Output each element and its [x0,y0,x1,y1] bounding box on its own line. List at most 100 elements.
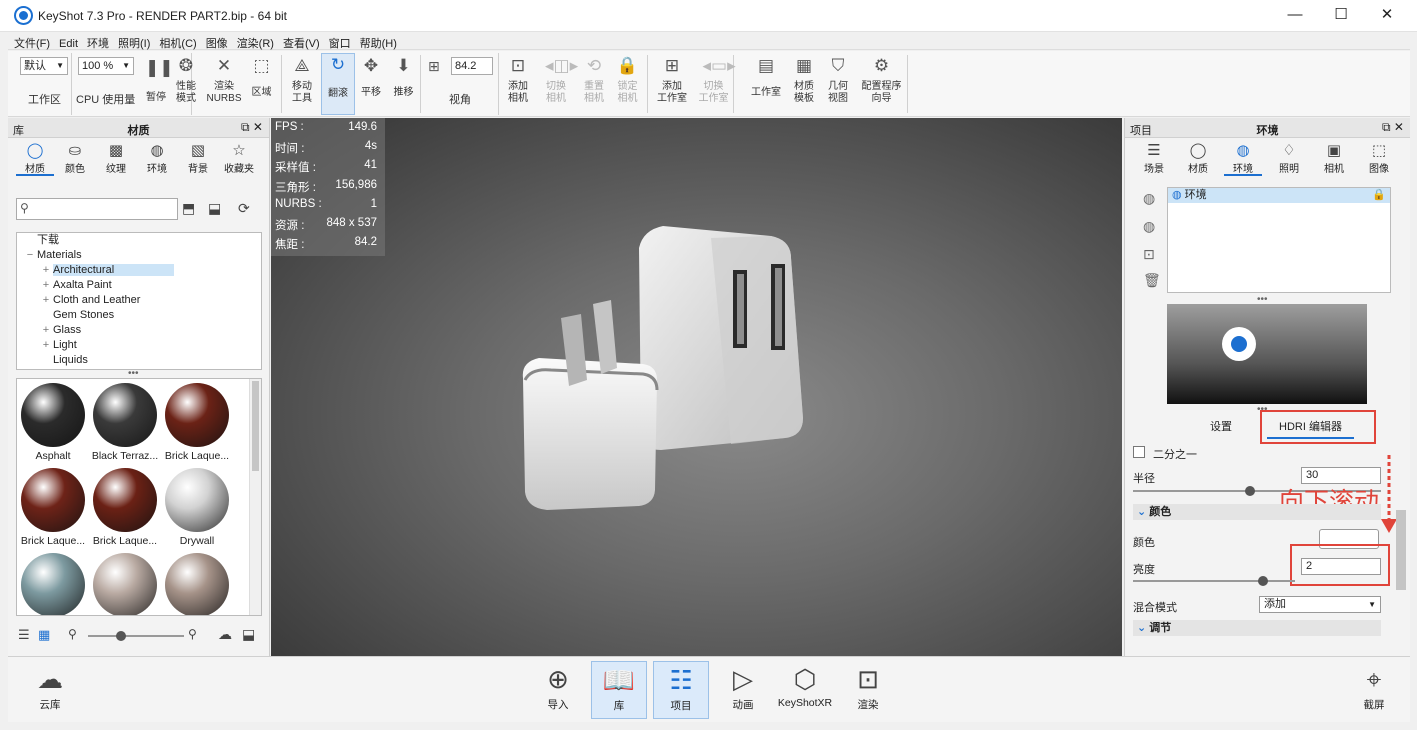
tree-item-light[interactable]: + Light [17,338,261,353]
tab-settings[interactable]: 设置 [1210,418,1232,434]
tab-environment[interactable]: ◍ 环境 [1224,142,1262,176]
tree-item-glass[interactable]: + Glass [17,323,261,338]
tree-expander[interactable]: + [39,323,53,338]
tab-scene[interactable]: ☰ 场景 [1135,142,1173,176]
scrollbar-thumb[interactable] [1396,510,1406,590]
add-environment-icon[interactable]: ◍ [1143,190,1155,207]
material-thumbnail[interactable]: Brick Laque... [161,379,233,463]
render-viewport[interactable]: FPS : 149.6 时间 : 4s 采样值 : 41 三角形 : 156,986 N… [271,118,1122,656]
tab-materials[interactable]: ◯ 材质 [16,142,54,176]
material-thumbnail[interactable] [161,549,233,615]
move-tool-button[interactable]: ⟁ 移动 工具 [282,55,322,113]
tree-expander[interactable]: + [39,263,53,278]
thumbnail-scrollbar[interactable] [249,379,261,615]
tumble-button[interactable]: ↻ 翻滚 [321,53,355,115]
delete-icon[interactable]: 🗑 [1143,272,1161,289]
menu-window[interactable]: 窗口 [323,32,354,51]
material-thumbnail[interactable]: Asphalt [17,379,89,463]
add-camera-button[interactable]: ⊡ 添加 相机 [498,55,538,113]
library-toggle-button[interactable]: 📖 库 [591,661,647,719]
render-button[interactable]: ⊡ 渲染 [840,661,896,719]
render-nurbs-button[interactable]: ✕ 渲染 NURBS [204,55,244,113]
brightness-slider[interactable] [1133,576,1295,586]
panel-float-close-icon[interactable]: ⧉ ✕ [241,120,263,135]
menu-render[interactable]: 渲染(R) [231,32,277,51]
zoom-out-icon[interactable]: ⚲ [68,627,77,641]
adjust-section-header[interactable]: ⌄ 调节 [1133,620,1381,636]
hdri-preview[interactable] [1167,304,1367,404]
hdri-light-pin[interactable] [1222,327,1256,361]
tree-item-materials[interactable]: − Materials [17,248,261,263]
region-button[interactable]: ⬚ 区域 [242,55,282,113]
grid-view-icon[interactable]: ▦ [38,627,50,643]
import-button[interactable]: ⊕ 导入 [530,661,586,719]
menu-image[interactable]: 图像 [200,32,231,51]
tree-item-downloads[interactable]: 下载 [17,233,261,248]
tree-expander[interactable]: + [39,293,53,308]
menu-help[interactable]: 帮助(H) [354,32,400,51]
tab-colors[interactable]: ⛀ 颜色 [56,142,94,176]
tab-material[interactable]: ◯ 材质 [1179,142,1217,176]
close-button[interactable]: ✕ [1364,0,1410,32]
blend-mode-select[interactable]: 添加 ▼ [1259,596,1381,613]
lock-icon[interactable]: 🔒 [1372,188,1390,203]
brightness-input[interactable]: 2 [1301,558,1381,575]
material-thumbnail[interactable]: Drywall [161,464,233,548]
material-thumbnail[interactable]: Black Terraz... [89,379,161,463]
project-toggle-button[interactable]: ☷ 项目 [653,661,709,719]
menu-edit[interactable]: Edit [53,35,81,50]
tree-expander[interactable]: − [23,248,37,263]
thumbnail-size-slider[interactable] [88,631,184,641]
workspace-select[interactable]: 默认 ▼ [20,57,68,75]
tab-image[interactable]: ⬚ 图像 [1360,142,1398,176]
tree-expander[interactable]: + [39,338,53,353]
tree-item-liquids[interactable]: Liquids [17,353,261,368]
dolly-button[interactable]: ⬇ 推移 [387,55,421,113]
material-thumbnail[interactable]: Brick Laque... [17,464,89,548]
cloud-library-button[interactable]: ☁ 云库 [22,661,78,719]
keyshotxr-button[interactable]: ⬡ KeyShotXR [776,661,834,719]
library-search-input[interactable]: ⚲ [16,198,178,220]
animation-button[interactable]: ▷ 动画 [715,661,771,719]
folder-icon[interactable]: ⬓ [242,626,255,643]
refresh-icon[interactable]: ⟳ [238,200,250,217]
switch-camera-button[interactable]: ◂◫▸ 切换 相机 [536,55,578,113]
tree-expander[interactable]: + [39,278,53,293]
menu-file[interactable]: 文件(F) [8,32,53,51]
scrollbar-thumb[interactable] [252,381,259,471]
lock-camera-button[interactable]: 🔒 锁定 相机 [608,55,648,113]
slider-knob[interactable] [116,631,126,641]
tab-environments[interactable]: ◍ 环境 [138,142,176,176]
tab-backgrounds[interactable]: ▧ 背景 [179,142,217,176]
slider-knob[interactable] [1257,576,1268,586]
tree-item-axalta-paint[interactable]: + Axalta Paint [17,278,261,293]
folder-remove-icon[interactable]: ⬓ [208,200,221,217]
performance-mode-button[interactable]: ❂ 性能 模式 [166,55,206,113]
tab-camera[interactable]: ▣ 相机 [1315,142,1353,176]
panel-float-close-icon[interactable]: ⧉ ✕ [1382,120,1404,135]
tab-lighting[interactable]: ♢ 照明 [1270,142,1308,176]
maximize-button[interactable]: ☐ [1318,0,1364,32]
tree-item-cloth-leather[interactable]: + Cloth and Leather [17,293,261,308]
color-section-header[interactable]: ⌄ 颜色 [1133,504,1381,520]
zoom-in-icon[interactable]: ⚲ [188,627,197,641]
tab-textures[interactable]: ▩ 纹理 [97,142,135,176]
configurator-wizard-button[interactable]: ⚙ 配置程序 向导 [856,55,908,113]
half-checkbox[interactable] [1133,446,1145,458]
menu-camera[interactable]: 相机(C) [153,32,199,51]
environment-list-item[interactable]: ◍ 环境 🔒 [1168,188,1390,203]
screenshot-button[interactable]: ⌖ 截屏 [1346,661,1402,719]
add-studio-button[interactable]: ⊞ 添加 工作室 [652,55,692,113]
studio-button[interactable]: ▤ 工作室 [746,55,786,113]
tree-item-architectural[interactable]: + Architectural [17,263,261,278]
material-thumbnail[interactable]: Brick Laque... [89,464,161,548]
menu-view[interactable]: 查看(V) [277,32,323,51]
geometry-view-button[interactable]: ⛉ 几何 视图 [818,55,858,113]
add-camera-environment-icon[interactable]: ⊡ [1143,246,1155,263]
tree-item-gem-stones[interactable]: Gem Stones [17,308,261,323]
minimize-button[interactable]: — [1272,0,1318,32]
material-thumbnail[interactable] [17,549,89,615]
list-view-icon[interactable]: ☰ [18,627,30,643]
field-of-view-input[interactable]: 84.2 [451,57,493,75]
duplicate-environment-icon[interactable]: ◍ [1143,218,1155,235]
